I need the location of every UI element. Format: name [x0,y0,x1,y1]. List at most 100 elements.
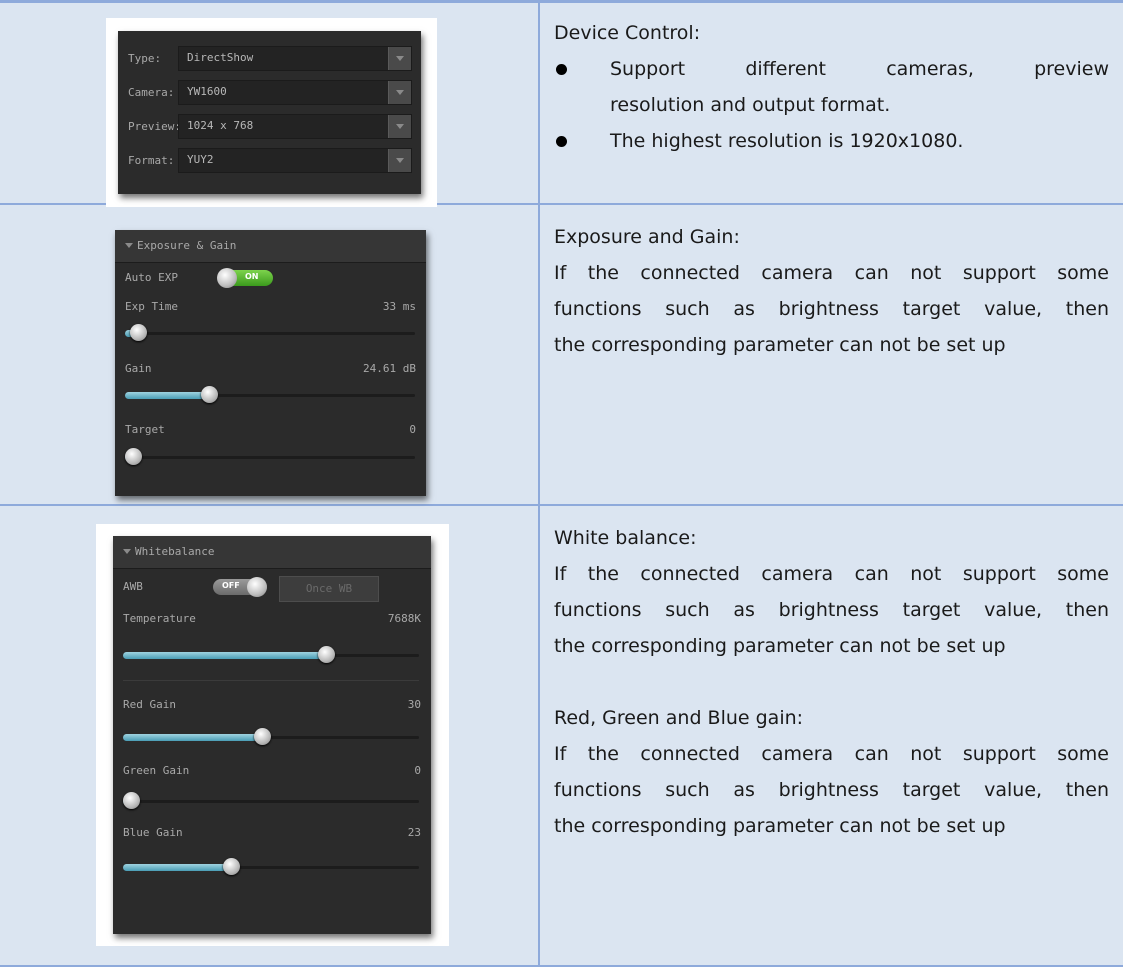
exposure-section-header[interactable]: Exposure & Gain [115,229,426,263]
slider-knob[interactable] [254,727,272,745]
whitebalance-description-cell: White balance: If the connected camera c… [538,503,1123,967]
slider-knob[interactable] [318,645,336,663]
green-gain-slider[interactable] [123,791,419,809]
whitebalance-desc-line: If the connected camera can not support … [554,562,1109,585]
preview-dropdown[interactable]: 1024 x 768 [178,114,412,139]
row-device-control: Type: DirectShow Camera: YW1600 Preview: [0,0,1123,207]
exposure-description-cell: Exposure and Gain: If the connected came… [538,202,1123,506]
camera-dropdown[interactable]: YW1600 [178,80,412,105]
bullet-text: Support different cameras, preview [610,58,1109,80]
device-control-panel: Type: DirectShow Camera: YW1600 Preview: [118,31,421,194]
rgb-gain-heading: Red, Green and Blue gain: [554,706,804,729]
row-exposure-gain: Exposure & Gain Auto EXP ON Exp Time 33 … [0,202,1123,506]
camera-label: Camera: [128,86,175,99]
blue-gain-label: Blue Gain [123,825,183,839]
exp-time-value: 33 ms [382,299,416,313]
type-label: Type: [128,52,162,65]
whitebalance-screenshot-cell: Whitebalance AWB OFF Once WB Temperature… [0,503,540,967]
bullet-item: The highest resolution is 1920x1080. [554,123,1109,159]
exposure-panel: Exposure & Gain Auto EXP ON Exp Time 33 … [115,229,426,496]
exp-time-label: Exp Time [125,299,178,313]
temperature-slider[interactable] [123,645,419,663]
section-divider [123,679,419,681]
device-bullets: Support different cameras, preview resol… [554,51,1109,159]
slider-fill [123,651,327,659]
blue-gain-value: 23 [407,825,421,839]
slider-knob[interactable] [223,857,241,875]
rgb-gain-desc-line: functions such as brightness target valu… [554,778,1109,801]
type-dropdown[interactable]: DirectShow [178,46,412,71]
device-heading: Device Control: [554,22,701,44]
chevron-down-icon[interactable] [388,81,411,104]
exposure-screenshot-cell: Exposure & Gain Auto EXP ON Exp Time 33 … [0,202,540,506]
whitebalance-heading: White balance: [554,526,697,549]
format-dropdown[interactable]: YUY2 [178,148,412,173]
gain-slider[interactable] [125,385,415,403]
target-slider[interactable] [125,447,415,465]
gain-label: Gain [125,361,152,375]
slider-fill [125,391,210,399]
exposure-section-title: Exposure & Gain [137,238,237,252]
red-gain-label: Red Gain [123,697,176,711]
whitebalance-section-title: Whitebalance [135,544,215,558]
preview-label: Preview: [128,120,181,133]
format-value: YUY2 [187,153,214,166]
chevron-down-icon [125,242,133,248]
bullet-icon [556,64,567,75]
toggle-knob [217,267,237,288]
format-label: Format: [128,154,175,167]
toggle-knob [247,576,267,597]
bullet-text-cont: resolution and output format. [610,94,891,116]
rgb-gain-desc-line: the corresponding parameter can not be s… [554,814,1006,837]
bullet-item: Support different cameras, preview resol… [554,51,1109,123]
exposure-heading: Exposure and Gain: [554,225,740,248]
whitebalance-section-header[interactable]: Whitebalance [113,535,431,569]
temperature-value: 7688K [387,611,421,625]
target-value: 0 [409,422,416,436]
chevron-down-icon [123,548,131,554]
exposure-desc-line: If the connected camera can not support … [554,261,1109,284]
slider-knob[interactable] [201,385,219,403]
awb-label: AWB [123,579,143,593]
chevron-down-icon[interactable] [388,47,411,70]
row-white-balance: Whitebalance AWB OFF Once WB Temperature… [0,503,1123,967]
slider-knob[interactable] [123,791,140,809]
target-label: Target [125,422,165,436]
whitebalance-screenshot: Whitebalance AWB OFF Once WB Temperature… [96,523,449,946]
exp-time-slider[interactable] [125,323,415,341]
bullet-icon [556,136,567,147]
slider-fill [123,863,232,871]
toggle-state-text: ON [245,271,259,281]
whitebalance-desc-line: functions such as brightness target valu… [554,598,1109,621]
device-screenshot: Type: DirectShow Camera: YW1600 Preview: [106,18,437,207]
once-wb-button[interactable]: Once WB [279,575,379,602]
device-screenshot-cell: Type: DirectShow Camera: YW1600 Preview: [0,0,540,207]
camera-value: YW1600 [187,85,227,98]
gain-value: 24.61 dB [363,361,416,375]
toggle-state-text: OFF [222,580,240,590]
exposure-desc-line: functions such as brightness target valu… [554,297,1109,320]
red-gain-slider[interactable] [123,727,419,745]
preview-value: 1024 x 768 [187,119,254,132]
red-gain-value: 30 [407,697,421,711]
slider-fill [123,733,263,741]
chevron-down-icon[interactable] [388,115,411,138]
auto-exp-toggle[interactable]: ON [217,267,273,288]
slider-knob[interactable] [130,323,148,341]
whitebalance-desc-line: the corresponding parameter can not be s… [554,634,1006,657]
device-description-cell: Device Control: Support different camera… [538,0,1123,205]
temperature-label: Temperature [123,611,196,625]
auto-exp-label: Auto EXP [125,270,178,284]
bullet-text: The highest resolution is 1920x1080. [610,130,964,152]
blue-gain-slider[interactable] [123,857,419,875]
green-gain-label: Green Gain [123,763,190,777]
rgb-gain-desc-line: If the connected camera can not support … [554,742,1109,765]
green-gain-value: 0 [414,763,421,777]
type-value: DirectShow [187,51,254,64]
awb-toggle[interactable]: OFF [213,576,267,597]
chevron-down-icon[interactable] [388,149,411,172]
slider-knob[interactable] [125,447,142,465]
feature-table: Type: DirectShow Camera: YW1600 Preview: [0,0,1123,967]
exposure-desc-line: the corresponding parameter can not be s… [554,333,1006,356]
whitebalance-panel: Whitebalance AWB OFF Once WB Temperature… [113,535,431,934]
